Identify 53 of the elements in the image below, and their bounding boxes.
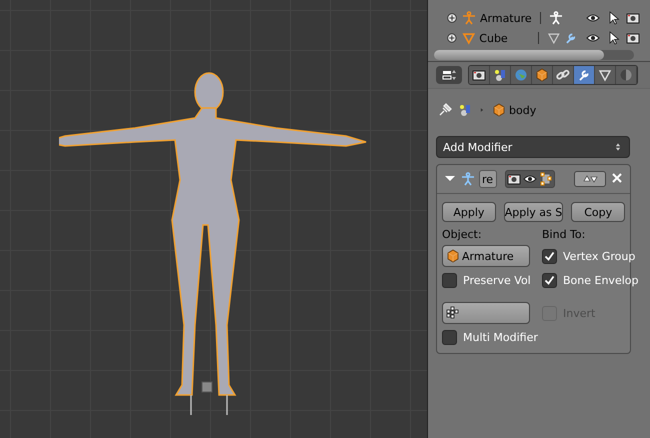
- camera-icon: [472, 68, 486, 82]
- move-up-down-button[interactable]: [574, 171, 606, 187]
- close-icon: [610, 170, 624, 184]
- cube-icon: [446, 249, 460, 263]
- modifier-action-button[interactable]: Apply as S: [504, 202, 564, 222]
- armature-icon: [462, 11, 476, 25]
- bone-envelope-checkbox[interactable]: Bone Envelop: [542, 271, 638, 290]
- material-sphere-icon: [619, 68, 633, 82]
- check-icon: [544, 275, 555, 286]
- modifier-action-button[interactable]: Copy: [571, 202, 626, 222]
- scrollbar-thumb[interactable]: [434, 50, 604, 60]
- visibility-toggles[interactable]: [505, 170, 555, 188]
- wrench-icon: [564, 31, 578, 45]
- armature-icon: [549, 11, 563, 25]
- properties-tab[interactable]: [553, 66, 574, 84]
- mesh-icon: [462, 31, 476, 45]
- outliner-item[interactable]: Cube: [479, 32, 534, 44]
- scene-icon: [493, 68, 507, 82]
- toggle-arrows-icon: [441, 68, 457, 82]
- properties-tab[interactable]: [469, 66, 490, 84]
- properties-tab[interactable]: [490, 66, 511, 84]
- add-modifier-dropdown[interactable]: Add Modifier: [436, 136, 630, 158]
- triangle-mesh-icon: [546, 31, 560, 45]
- cube-icon: [492, 103, 506, 117]
- modifier-action-button[interactable]: Apply: [442, 202, 496, 222]
- cube-icon: [535, 68, 549, 82]
- preserve-volume-checkbox[interactable]: Preserve Vol: [442, 271, 530, 290]
- object-label: Object:: [442, 228, 483, 241]
- expand-icon: [446, 32, 458, 44]
- object-field[interactable]: Armature: [442, 245, 530, 267]
- modifier-name-field[interactable]: re: [479, 170, 497, 188]
- camera-icon: [626, 11, 640, 25]
- triangle-mesh-icon: [598, 68, 612, 82]
- properties-tab[interactable]: [574, 66, 595, 84]
- object-name: body: [509, 104, 536, 116]
- outliner-item[interactable]: Armature: [480, 12, 536, 24]
- pin-icon: [438, 103, 452, 117]
- bind-to-label: Bind To:: [542, 228, 586, 241]
- multi-modifier-checkbox[interactable]: Multi Modifier: [442, 328, 538, 347]
- vertex-group-field[interactable]: [442, 302, 530, 324]
- edit-mode-icon: [538, 171, 554, 187]
- scene-icon: [458, 103, 472, 117]
- wrench-icon: [577, 68, 591, 82]
- expand-icon: [446, 12, 458, 24]
- armature-icon: [461, 172, 475, 186]
- properties-tab[interactable]: [595, 66, 616, 84]
- globe-icon: [514, 68, 528, 82]
- vertex-group-checkbox[interactable]: Vertex Group: [542, 246, 638, 266]
- check-icon: [544, 250, 555, 262]
- camera-icon: [626, 31, 640, 45]
- context-menu-button[interactable]: [436, 66, 462, 84]
- chain-link-icon: [556, 68, 570, 82]
- vertex-group-icon: [446, 306, 460, 320]
